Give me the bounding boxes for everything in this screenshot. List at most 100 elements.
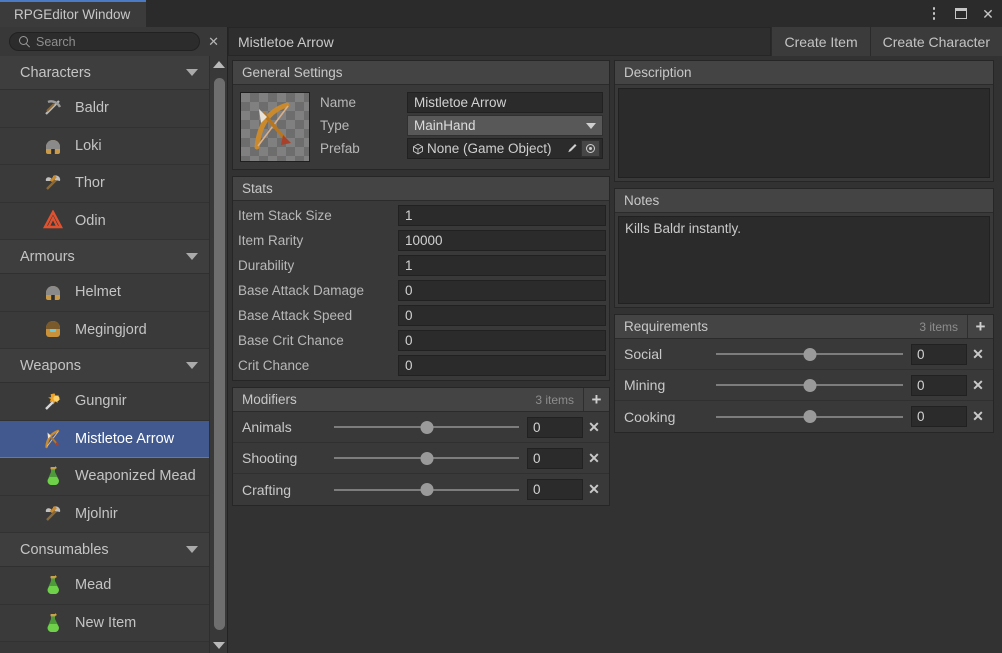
- group-header-consumables[interactable]: Consumables: [0, 533, 210, 567]
- list-item[interactable]: Gungnir: [0, 383, 210, 421]
- requirement-row-slider[interactable]: [716, 377, 903, 393]
- stat-value: 1: [405, 258, 413, 273]
- stat-label: Base Crit Chance: [238, 333, 344, 348]
- chevron-down-icon[interactable]: [186, 253, 198, 260]
- stat-input[interactable]: 0: [398, 355, 606, 376]
- list-item[interactable]: New Item: [0, 604, 210, 642]
- description-panel: Description: [614, 60, 994, 182]
- sidebar-scrollbar[interactable]: [209, 56, 227, 653]
- list-item-label: Gungnir: [75, 393, 127, 410]
- name-input[interactable]: Mistletoe Arrow: [407, 92, 603, 113]
- create-item-button[interactable]: Create Item: [771, 27, 870, 56]
- slider-handle[interactable]: [420, 483, 433, 496]
- stat-label: Base Attack Speed: [238, 308, 353, 323]
- add-modifier-button[interactable]: +: [584, 388, 609, 411]
- slider-handle[interactable]: [420, 451, 433, 465]
- remove-modifier-row-icon[interactable]: ✕: [583, 481, 605, 498]
- modifier-row-slider[interactable]: [334, 450, 519, 466]
- description-textarea[interactable]: [618, 88, 990, 178]
- helmet-icon: [46, 139, 60, 154]
- modifier-row-value-input[interactable]: 0: [527, 479, 583, 500]
- search-input[interactable]: Search: [9, 32, 201, 51]
- pencil-icon[interactable]: [566, 142, 578, 155]
- list-item[interactable]: Mjolnir: [0, 495, 210, 533]
- add-requirement-button[interactable]: +: [968, 315, 993, 338]
- stat-input[interactable]: 1: [398, 205, 606, 226]
- list-item[interactable]: Megingjord: [0, 311, 210, 349]
- object-picker-icon[interactable]: [581, 140, 600, 157]
- stats-panel: Stats Item Stack Size 1 Item Rarity 10000 Du…: [232, 176, 610, 381]
- tab-rpgeditor-window[interactable]: RPGEditor Window: [0, 0, 147, 27]
- close-icon[interactable]: ✕: [980, 6, 996, 22]
- slider-handle[interactable]: [420, 420, 433, 434]
- remove-requirement-row-icon[interactable]: ✕: [967, 346, 989, 363]
- requirement-row-slider[interactable]: [716, 409, 903, 425]
- stat-label: Crit Chance: [238, 358, 310, 373]
- requirement-row-value-input[interactable]: 0: [911, 343, 967, 365]
- modifier-row-slider[interactable]: [334, 419, 519, 435]
- list-item[interactable]: Loki: [0, 127, 210, 165]
- list-item[interactable]: Thor: [0, 165, 210, 203]
- list-item[interactable]: Weaponized Mead: [0, 458, 210, 496]
- group-header-characters[interactable]: Characters: [0, 56, 210, 90]
- modifier-row-slider[interactable]: [334, 482, 519, 498]
- remove-requirement-row-icon[interactable]: ✕: [967, 408, 989, 425]
- maximize-icon[interactable]: [953, 6, 969, 22]
- item-icon-thumbnail[interactable]: [240, 92, 310, 162]
- list-item[interactable]: Baldr: [0, 90, 210, 128]
- toolbar: Mistletoe Arrow Create Item Create Chara…: [228, 27, 1002, 56]
- stat-value: 0: [405, 333, 413, 348]
- list-item[interactable]: Mead: [0, 567, 210, 605]
- modifier-row-value-input[interactable]: 0: [527, 447, 583, 469]
- requirement-row-value-input[interactable]: 0: [911, 374, 967, 396]
- list-item[interactable]: Mistletoe Arrow: [0, 420, 210, 458]
- stat-input[interactable]: 0: [398, 280, 606, 301]
- prefab-object-field[interactable]: None (Game Object): [407, 138, 603, 159]
- description-header: Description: [615, 61, 993, 85]
- requirement-row: Social 0 ✕: [615, 339, 993, 370]
- potion-icon: [47, 612, 60, 632]
- type-dropdown[interactable]: MainHand: [407, 115, 603, 136]
- scroll-down-icon[interactable]: [210, 637, 228, 653]
- stat-label: Durability: [238, 258, 295, 273]
- slider-handle[interactable]: [803, 347, 816, 361]
- remove-modifier-row-icon[interactable]: ✕: [583, 419, 605, 436]
- chevron-down-icon[interactable]: [186, 69, 198, 76]
- stat-input[interactable]: 0: [398, 330, 606, 351]
- description-title: Description: [624, 65, 692, 80]
- sidebar: Search ✕ Characters Baldr Loki Thor Odin Armo…: [0, 27, 228, 653]
- search-clear-icon[interactable]: ✕: [206, 34, 221, 50]
- item-list: Characters Baldr Loki Thor Odin Armours Helmet…: [0, 56, 228, 653]
- slider-handle[interactable]: [803, 410, 816, 423]
- modifier-row-value-input[interactable]: 0: [527, 416, 583, 438]
- group-header-armours[interactable]: Armours: [0, 240, 210, 274]
- slider-handle[interactable]: [803, 378, 816, 392]
- stat-value: 0: [405, 358, 413, 373]
- list-item[interactable]: Odin: [0, 202, 210, 240]
- scroll-up-icon[interactable]: [210, 56, 228, 72]
- chevron-down-icon[interactable]: [186, 362, 198, 369]
- modifier-row-label: Crafting: [242, 481, 292, 498]
- requirement-row: Cooking 0 ✕: [615, 401, 993, 432]
- item-title-input[interactable]: Mistletoe Arrow: [228, 27, 772, 56]
- stat-input[interactable]: 10000: [398, 230, 606, 251]
- requirement-row-slider[interactable]: [716, 346, 903, 362]
- list-item[interactable]: Helmet: [0, 274, 210, 312]
- stat-input[interactable]: 0: [398, 305, 606, 326]
- kebab-menu-icon[interactable]: [926, 6, 942, 22]
- remove-requirement-row-icon[interactable]: ✕: [967, 377, 989, 394]
- chevron-down-icon[interactable]: [186, 546, 198, 553]
- requirement-row-value: 0: [917, 346, 925, 362]
- name-row: Name Mistletoe Arrow: [320, 92, 603, 113]
- remove-modifier-row-icon[interactable]: ✕: [583, 450, 605, 467]
- list-item-label: Helmet: [75, 284, 121, 301]
- create-character-button[interactable]: Create Character: [869, 27, 1002, 56]
- notes-textarea[interactable]: Kills Baldr instantly.: [618, 216, 990, 304]
- group-header-weapons[interactable]: Weapons: [0, 349, 210, 383]
- general-settings-fields: Name Mistletoe Arrow Type MainHand Prefa…: [320, 92, 603, 159]
- scrollbar-thumb[interactable]: [214, 78, 225, 630]
- stat-input[interactable]: 1: [398, 255, 606, 276]
- requirement-row-value-input[interactable]: 0: [911, 406, 967, 427]
- list-item-label: Thor: [75, 175, 105, 192]
- pickaxe-icon: [45, 100, 62, 116]
